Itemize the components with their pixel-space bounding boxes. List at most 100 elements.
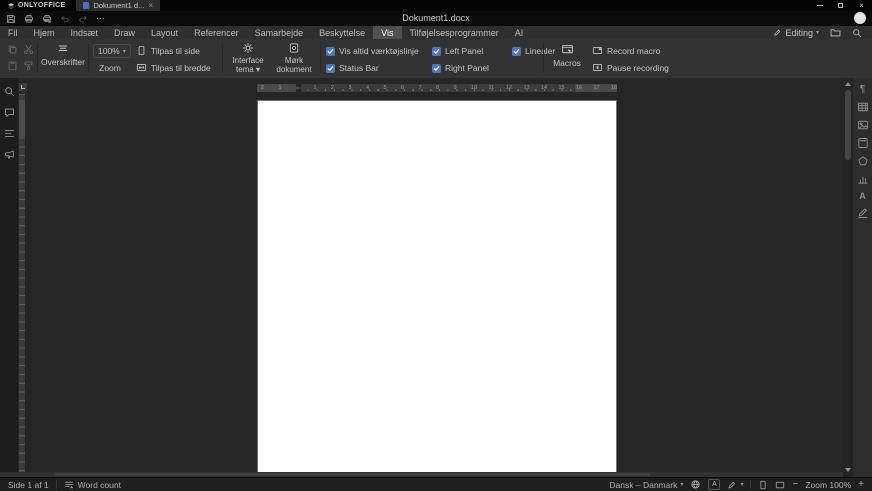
fit-to-width-status-button[interactable]: [775, 480, 785, 490]
editing-mode-selector[interactable]: Editing ▾: [773, 28, 819, 38]
tab-indsaet[interactable]: Indsæt: [63, 26, 107, 39]
dark-document-button[interactable]: Mørkdokument: [272, 42, 316, 74]
navigation-button[interactable]: [4, 128, 15, 139]
tab-ai[interactable]: AI: [507, 26, 532, 39]
table-settings-button[interactable]: [857, 101, 869, 113]
zoom-in-button[interactable]: +: [858, 480, 864, 490]
open-file-location-button[interactable]: [830, 27, 841, 38]
signature-settings-button[interactable]: [857, 207, 869, 219]
checkbox-label: Right Panel: [445, 63, 489, 73]
interface-theme-button[interactable]: Interfacetema ▾: [226, 42, 270, 74]
quick-print-button[interactable]: [42, 14, 52, 24]
print-button[interactable]: [24, 14, 34, 24]
set-document-language-button[interactable]: [690, 479, 701, 490]
page-indicator[interactable]: Side 1 af 1: [8, 480, 49, 490]
right-indent-marker[interactable]: [788, 89, 793, 92]
tab-close-icon[interactable]: ×: [148, 2, 153, 10]
copy-button[interactable]: [7, 44, 18, 55]
tab-hjem[interactable]: Hjem: [26, 26, 63, 39]
tab-samarbejde[interactable]: Samarbejde: [247, 26, 312, 39]
user-avatar[interactable]: [854, 12, 866, 24]
divider: [88, 44, 89, 73]
left-indent-marker[interactable]: [296, 89, 301, 92]
megaphone-icon: [4, 149, 15, 160]
checkbox-left-panel[interactable]: Left Panel: [432, 46, 483, 56]
comments-button[interactable]: [4, 107, 15, 118]
search-button[interactable]: [852, 28, 862, 38]
first-line-indent-marker[interactable]: [296, 84, 301, 87]
image-settings-button[interactable]: [857, 119, 869, 131]
paste-button[interactable]: [7, 60, 18, 71]
fit-to-width-label: Tilpas til bredde: [151, 63, 211, 73]
zoom-level-label[interactable]: Zoom 100%: [805, 480, 851, 490]
paragraph-mark-icon: ¶: [860, 84, 865, 95]
vertical-ruler[interactable]: [19, 94, 25, 472]
window-controls: ×: [809, 0, 872, 11]
text-art-settings-button[interactable]: A: [859, 191, 866, 201]
ruler-number: 17: [594, 84, 600, 92]
paragraph-settings-button[interactable]: ¶: [860, 85, 865, 95]
pause-recording-button[interactable]: Pause recording: [592, 62, 669, 73]
redo-button[interactable]: [78, 14, 88, 24]
tab-stop-icon: [21, 85, 25, 89]
dark-document-label-1: Mørk: [285, 56, 303, 65]
status-bar: Side 1 af 1 Word count Dansk – Danmark ▾…: [0, 477, 872, 491]
track-changes-button[interactable]: ▾: [727, 480, 743, 490]
find-button[interactable]: [4, 86, 15, 97]
checkbox-status-bar[interactable]: Status Bar: [326, 63, 379, 73]
shape-icon: [857, 155, 869, 167]
document-page[interactable]: [257, 100, 617, 473]
zoom-value-dropdown[interactable]: 100% ▾: [93, 44, 131, 58]
record-macro-button[interactable]: Record macro: [592, 45, 660, 56]
fit-to-width-button[interactable]: Tilpas til bredde: [136, 62, 211, 73]
horizontal-ruler[interactable]: 12345678910111213141516171821: [257, 84, 617, 92]
scroll-down-icon[interactable]: [845, 468, 851, 472]
tab-fil[interactable]: Fil: [0, 26, 26, 39]
word-count-button[interactable]: Word count: [64, 480, 121, 490]
tab-referencer[interactable]: Referencer: [186, 26, 247, 39]
tab-vis[interactable]: Vis: [373, 26, 401, 39]
app-name: ONLYOFFICE: [18, 2, 65, 9]
feedback-button[interactable]: [4, 149, 15, 160]
undo-button[interactable]: [60, 14, 70, 24]
checkbox-right-panel[interactable]: Right Panel: [432, 63, 489, 73]
language-selector[interactable]: Dansk – Danmark ▾: [609, 480, 683, 490]
chart-icon: [857, 173, 869, 185]
vertical-scrollbar-thumb[interactable]: [845, 90, 851, 160]
horizontal-scrollbar-thumb[interactable]: [55, 473, 650, 476]
fit-to-page-button[interactable]: Tilpas til side: [136, 45, 200, 56]
cut-button[interactable]: [23, 44, 34, 55]
divider: [543, 44, 544, 73]
zoom-out-button[interactable]: −: [792, 480, 798, 490]
headings-button[interactable]: Overskrifter: [40, 43, 86, 67]
ruler-number: 5: [384, 84, 387, 92]
save-icon: [6, 14, 16, 24]
tab-draw[interactable]: Draw: [106, 26, 143, 39]
header-footer-settings-button[interactable]: [857, 137, 869, 149]
vertical-scrollbar[interactable]: [843, 78, 853, 477]
scroll-up-icon[interactable]: [845, 82, 851, 86]
minimize-button[interactable]: [809, 0, 830, 11]
fit-to-page-status-button[interactable]: [758, 480, 768, 490]
tab-layout[interactable]: Layout: [143, 26, 186, 39]
spell-check-button[interactable]: A: [708, 479, 720, 490]
tab-tilfojelsesprogrammer[interactable]: Tilføjelsesprogrammer: [402, 26, 507, 39]
close-button[interactable]: ×: [851, 0, 872, 11]
interface-theme-label-1: Interface: [232, 56, 263, 65]
copy-icon: [7, 44, 18, 55]
macros-button[interactable]: Macros: [549, 43, 585, 68]
document-tab[interactable]: Dokument1 d... ×: [76, 0, 160, 11]
maximize-button[interactable]: [830, 0, 851, 11]
word-count-label: Word count: [78, 480, 121, 490]
tab-stop-selector[interactable]: [19, 83, 27, 91]
checkbox-always-show-toolbar[interactable]: Vis altid værktøjslinje: [326, 46, 419, 56]
shape-settings-button[interactable]: [857, 155, 869, 167]
checkbox-checked-icon: [326, 64, 335, 73]
divider: [56, 480, 57, 489]
tab-beskyttelse[interactable]: Beskyttelse: [311, 26, 373, 39]
copy-style-button[interactable]: [23, 60, 34, 71]
save-button[interactable]: [6, 14, 16, 24]
customize-quick-access-button[interactable]: ⋯: [96, 14, 106, 23]
sun-icon: [242, 42, 254, 54]
chart-settings-button[interactable]: [857, 173, 869, 185]
